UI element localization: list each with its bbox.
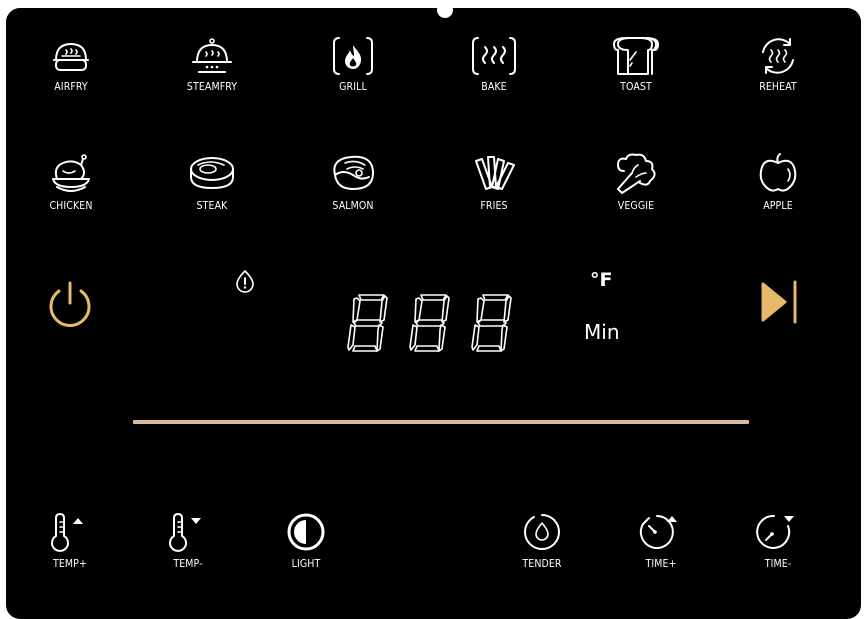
control-label: TEMP- [173,558,203,570]
digit-2 [409,294,450,352]
chicken-button[interactable]: CHICKEN [21,153,121,223]
digit-3 [471,294,512,352]
preset-label: REHEAT [759,81,797,93]
preset-label: SALMON [332,200,374,212]
toast-icon [613,37,659,75]
power-button[interactable] [42,279,98,335]
power-icon [49,281,91,327]
time-up-button[interactable]: TIME+ [611,512,711,582]
segment-d [476,345,502,352]
progress-bar [133,420,749,424]
segment-g [353,319,383,327]
segment-c [500,324,508,352]
salmon-button[interactable]: SALMON [303,153,403,223]
apple-button[interactable]: APPLE [728,153,828,223]
segment-a [358,294,385,301]
chicken-icon [52,154,90,192]
bake-heat-icon [472,37,516,75]
segment-a [482,294,509,301]
apple-icon [759,153,797,192]
tender-button[interactable]: TENDER [492,512,592,582]
preset-label: APPLE [763,200,793,212]
control-panel: AIRFRY STEAMFRY GRILL BAKE TOAST REHEAT … [6,8,861,619]
segment-g [477,319,507,327]
temp-down-button[interactable]: TEMP- [138,512,238,582]
preset-label: CHICKEN [49,200,93,212]
digit-1 [347,294,388,352]
grill-button[interactable]: GRILL [303,36,403,106]
segment-f [476,297,485,323]
steamfry-button[interactable]: STEAMFRY [162,36,262,106]
control-label: TIME- [764,558,792,570]
display-digits [347,294,512,352]
play-skip-icon [761,280,797,324]
preset-label: GRILL [339,81,367,93]
time-up-icon [639,515,677,549]
preset-label: STEAK [196,200,228,212]
veggie-button[interactable]: VEGGIE [586,153,686,223]
segment-a [420,294,447,301]
warning-drop-icon [236,270,254,293]
preset-label: TOAST [620,81,652,93]
time-down-button[interactable]: TIME- [728,512,828,582]
preset-label: BAKE [481,81,507,93]
grill-flame-icon [333,37,373,75]
segment-e [409,324,418,351]
reheat-button[interactable]: REHEAT [728,36,828,106]
fries-button[interactable]: FRIES [444,153,544,223]
steamfry-icon [192,38,232,73]
unit-minutes: Min [584,320,620,344]
digital-display [347,294,512,352]
segment-e [471,324,480,351]
preset-label: FRIES [480,200,508,212]
segment-e [347,324,356,351]
control-label: TIME+ [645,558,677,570]
control-label: LIGHT [291,558,321,570]
preset-label: AIRFRY [54,81,88,93]
segment-c [438,324,446,352]
fries-icon [475,156,515,190]
veggie-icon [617,153,656,194]
steak-icon [190,157,234,189]
preset-label: STEAMFRY [186,81,238,93]
toast-button[interactable]: TOAST [586,36,686,106]
segment-f [414,297,423,323]
salmon-icon [333,155,374,190]
control-label: TENDER [522,558,562,570]
steak-button[interactable]: STEAK [162,153,262,223]
airfry-icon [53,43,89,71]
time-down-icon [756,514,794,549]
tender-icon [524,514,560,550]
segment-f [352,297,361,323]
start-pause-button[interactable] [753,278,805,330]
unit-temperature: °F [590,269,613,291]
segment-c [376,324,384,352]
indicator-dot [437,8,453,18]
segment-g [415,319,445,327]
temp-up-button[interactable]: TEMP+ [20,512,120,582]
light-icon [287,513,325,551]
bake-button[interactable]: BAKE [444,36,544,106]
airfry-button[interactable]: AIRFRY [21,36,121,106]
segment-d [414,345,440,352]
temp-down-icon [169,513,201,552]
reheat-icon [762,38,794,74]
segment-d [352,345,378,352]
temp-up-icon [51,513,83,552]
preset-label: VEGGIE [617,200,655,212]
light-button[interactable]: LIGHT [256,512,356,582]
control-label: TEMP+ [53,558,87,570]
